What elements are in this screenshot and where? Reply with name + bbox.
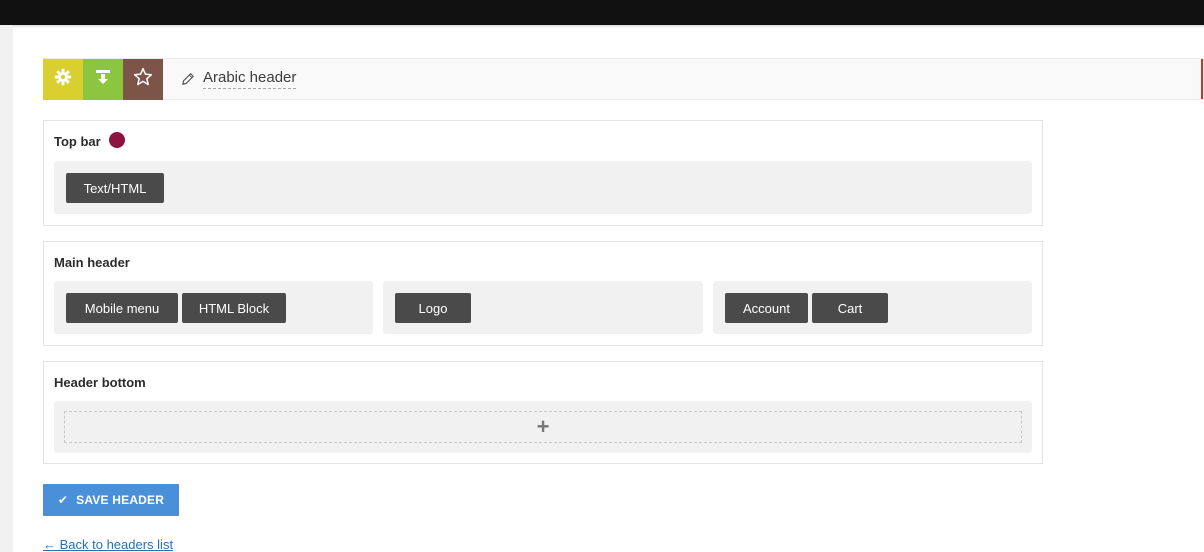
- gear-icon: [54, 68, 72, 91]
- header-title[interactable]: Arabic header: [203, 69, 297, 89]
- header-bottom-section: Header bottom +: [43, 361, 1043, 464]
- pencil-icon[interactable]: [181, 72, 195, 86]
- back-to-headers-link[interactable]: ← Back to headers list: [43, 537, 173, 552]
- element-html-block[interactable]: HTML Block: [182, 293, 286, 323]
- plus-icon: +: [536, 414, 550, 439]
- top-bar-section: Top bar Text/HTML: [43, 120, 1043, 226]
- add-element-button[interactable]: +: [64, 411, 1022, 443]
- header-title-bar: Arabic header: [43, 58, 1204, 100]
- import-export-button[interactable]: [83, 58, 123, 100]
- element-mobile-menu[interactable]: Mobile menu: [66, 293, 178, 323]
- save-header-label: SAVE HEADER: [76, 493, 165, 507]
- element-logo[interactable]: Logo: [395, 293, 471, 323]
- settings-button[interactable]: [43, 58, 83, 100]
- section-label-top-bar: Top bar: [54, 134, 101, 149]
- header-bottom-drop-zone: +: [54, 401, 1032, 453]
- main-header-center-zone[interactable]: Logo: [383, 281, 703, 334]
- element-cart[interactable]: Cart: [812, 293, 888, 323]
- top-bar-status-dot[interactable]: [109, 132, 125, 148]
- favorite-button[interactable]: [123, 58, 163, 100]
- section-label-header-bottom: Header bottom: [54, 375, 146, 390]
- main-header-section: Main header Mobile menu HTML Block Logo …: [43, 241, 1043, 346]
- admin-sidebar-strip: [0, 0, 13, 552]
- title-bar-edge-mark: [1201, 59, 1203, 99]
- section-label-main-header: Main header: [54, 255, 130, 270]
- main-header-right-zone[interactable]: Account Cart: [713, 281, 1032, 334]
- element-text-html[interactable]: Text/HTML: [66, 173, 164, 203]
- top-bar-shadow: [13, 25, 1204, 28]
- admin-top-bar: [0, 0, 1204, 25]
- header-title-editor[interactable]: Arabic header: [181, 69, 297, 89]
- top-bar-drop-zone[interactable]: Text/HTML: [54, 161, 1032, 214]
- download-icon: [95, 69, 111, 90]
- element-account[interactable]: Account: [725, 293, 808, 323]
- checkmark-icon: ✔: [57, 493, 69, 507]
- main-header-left-zone[interactable]: Mobile menu HTML Block: [54, 281, 373, 334]
- star-icon: [133, 67, 153, 92]
- save-header-button[interactable]: ✔ SAVE HEADER: [43, 484, 179, 516]
